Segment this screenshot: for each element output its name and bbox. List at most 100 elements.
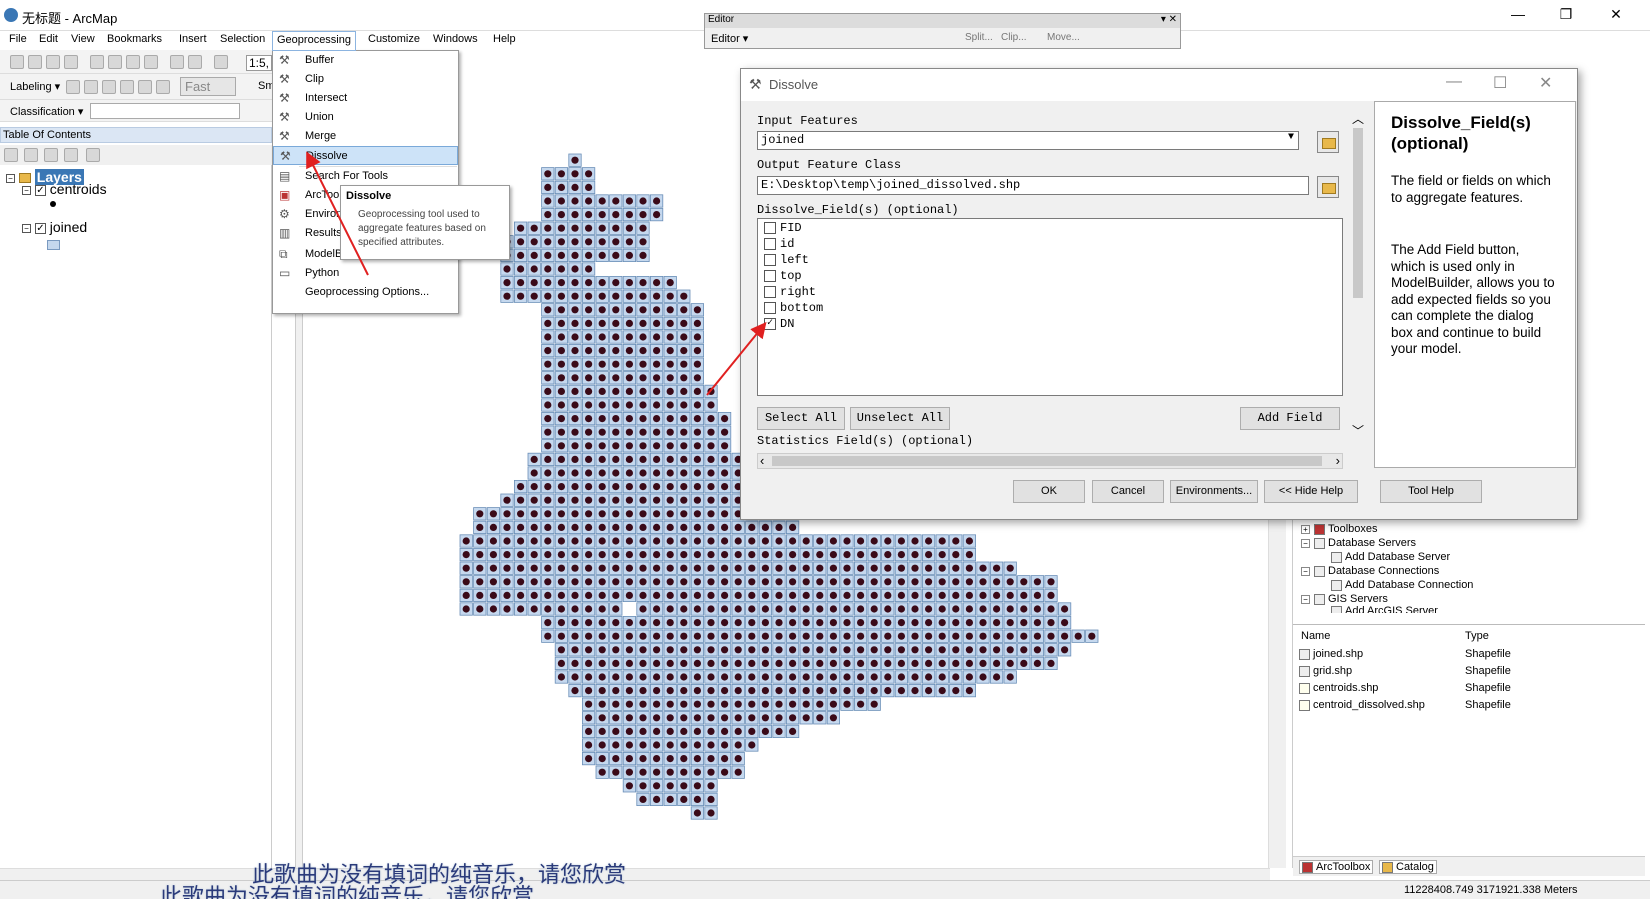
- view-unplaced-icon[interactable]: [156, 80, 170, 94]
- paste-icon[interactable]: [126, 55, 140, 69]
- bottom-checkbox[interactable]: [764, 301, 776, 314]
- menu-file[interactable]: File: [6, 33, 30, 45]
- list-by-visibility-icon[interactable]: [44, 148, 58, 162]
- environments-button[interactable]: Environments...: [1170, 480, 1258, 503]
- vscroll-thumb[interactable]: [1353, 128, 1363, 298]
- cut-icon[interactable]: [90, 55, 104, 69]
- print-icon[interactable]: [64, 55, 78, 69]
- file-row[interactable]: centroids.shp: [1299, 682, 1378, 694]
- field-id[interactable]: id: [764, 237, 794, 251]
- classification-select[interactable]: [90, 103, 240, 119]
- list-by-source-icon[interactable]: [24, 148, 38, 162]
- save-icon[interactable]: [46, 55, 60, 69]
- list-by-selection-icon[interactable]: [64, 148, 78, 162]
- tree-database-connections[interactable]: − Database Connections: [1301, 565, 1439, 577]
- editor-clip[interactable]: Clip...: [1001, 32, 1027, 43]
- delete-icon[interactable]: [144, 55, 158, 69]
- editor-split[interactable]: Split...: [965, 32, 993, 43]
- field-dn[interactable]: ✓ DN: [764, 317, 794, 331]
- undo-icon[interactable]: [170, 55, 184, 69]
- scroll-right-icon[interactable]: ›: [1336, 453, 1340, 468]
- dialog-minimize-icon[interactable]: —: [1446, 73, 1462, 91]
- file-row[interactable]: grid.shp: [1299, 665, 1352, 677]
- tab-arctoolbox[interactable]: ArcToolbox: [1299, 860, 1374, 874]
- scroll-down-icon[interactable]: ﹀: [1352, 422, 1364, 439]
- options-icon[interactable]: [86, 148, 100, 162]
- scroll-left-icon[interactable]: ‹: [760, 453, 764, 468]
- editor-move[interactable]: Move...: [1047, 32, 1080, 43]
- menu-customize[interactable]: Customize: [365, 33, 423, 45]
- field-bottom[interactable]: bottom: [764, 301, 823, 315]
- tree-database-servers[interactable]: − Database Servers: [1301, 537, 1416, 549]
- file-row[interactable]: centroid_dissolved.shp: [1299, 699, 1425, 711]
- add-data-icon[interactable]: [214, 55, 228, 69]
- minimize-icon[interactable]: —: [1508, 6, 1528, 22]
- dialog-hscroll[interactable]: ‹ ›: [757, 453, 1343, 469]
- dn-checkbox[interactable]: ✓: [764, 317, 776, 330]
- tree-add-database-connection[interactable]: Add Database Connection: [1331, 579, 1473, 591]
- menu-item-clip[interactable]: ⚒ Clip: [273, 70, 458, 89]
- lock-labels-icon[interactable]: [120, 80, 134, 94]
- catalog-splitter[interactable]: [1293, 624, 1645, 625]
- classification-dropdown[interactable]: Classification ▾: [10, 105, 83, 118]
- labeling-dropdown[interactable]: Labeling ▾: [10, 80, 60, 93]
- centroids-checkbox[interactable]: ✓: [34, 184, 46, 196]
- scroll-up-icon[interactable]: ︿: [1352, 110, 1364, 127]
- menu-item-merge[interactable]: ⚒ Merge: [273, 127, 458, 146]
- quality-select[interactable]: Fast: [180, 77, 236, 96]
- dialog-close-icon[interactable]: ✕: [1539, 73, 1552, 93]
- new-icon[interactable]: [10, 55, 24, 69]
- field-fid[interactable]: FID: [764, 221, 802, 235]
- dialog-vscroll[interactable]: ︿ ﹀: [1350, 110, 1366, 440]
- scroll-thumb[interactable]: [772, 456, 1322, 466]
- menu-item-python[interactable]: ▭ Python: [273, 264, 458, 283]
- top-checkbox[interactable]: [764, 269, 776, 282]
- field-left[interactable]: left: [764, 253, 809, 267]
- editor-close-icon[interactable]: ▾ ✕: [1161, 14, 1177, 25]
- label-manager-icon[interactable]: [66, 80, 80, 94]
- dialog-maximize-icon[interactable]: ☐: [1493, 73, 1507, 93]
- menu-windows[interactable]: Windows: [430, 33, 481, 45]
- menu-item-dissolve[interactable]: ⚒ Dissolve: [273, 146, 458, 165]
- copy-icon[interactable]: [108, 55, 122, 69]
- select-all-button[interactable]: Select All: [757, 407, 845, 430]
- tree-gis-servers[interactable]: − GIS Servers: [1301, 593, 1388, 605]
- tree-toolboxes[interactable]: + Toolboxes: [1301, 523, 1378, 535]
- label-weight-icon[interactable]: [102, 80, 116, 94]
- left-checkbox[interactable]: [764, 253, 776, 266]
- tool-help-button[interactable]: Tool Help: [1380, 480, 1482, 503]
- maximize-icon[interactable]: ❐: [1556, 6, 1576, 23]
- menu-bookmarks[interactable]: Bookmarks: [104, 33, 165, 45]
- menu-item-search-tools[interactable]: ▤ Search For Tools: [273, 167, 458, 186]
- field-top[interactable]: top: [764, 269, 802, 283]
- ok-button[interactable]: OK: [1013, 480, 1085, 503]
- menu-edit[interactable]: Edit: [36, 33, 61, 45]
- layer-centroids[interactable]: − ✓ centroids: [22, 181, 107, 197]
- menu-insert[interactable]: Insert: [176, 33, 210, 45]
- input-features-select[interactable]: joined ▼: [757, 131, 1299, 150]
- menu-item-union[interactable]: ⚒ Union: [273, 108, 458, 127]
- browse-input-button[interactable]: [1317, 131, 1339, 153]
- menu-geoprocessing[interactable]: Geoprocessing: [272, 31, 356, 51]
- menu-item-buffer[interactable]: ⚒ Buffer: [273, 51, 458, 70]
- name-column-header[interactable]: Name: [1301, 630, 1330, 642]
- type-column-header[interactable]: Type: [1465, 630, 1489, 642]
- tab-catalog[interactable]: Catalog: [1379, 860, 1437, 874]
- scale-input[interactable]: 1:5,: [246, 55, 273, 71]
- fid-checkbox[interactable]: [764, 221, 776, 234]
- joined-checkbox[interactable]: ✓: [34, 222, 46, 234]
- pause-labeling-icon[interactable]: [138, 80, 152, 94]
- menu-help[interactable]: Help: [490, 33, 519, 45]
- id-checkbox[interactable]: [764, 237, 776, 250]
- close-icon[interactable]: ✕: [1606, 6, 1626, 23]
- menu-selection[interactable]: Selection: [217, 33, 268, 45]
- browse-output-button[interactable]: [1317, 176, 1339, 198]
- layer-joined[interactable]: − ✓ joined: [22, 219, 87, 235]
- tree-add-arcgis-server[interactable]: Add ArcGIS Server: [1331, 605, 1438, 613]
- file-row[interactable]: joined.shp: [1299, 648, 1363, 660]
- tree-add-database-server[interactable]: Add Database Server: [1331, 551, 1450, 563]
- redo-icon[interactable]: [188, 55, 202, 69]
- open-icon[interactable]: [28, 55, 42, 69]
- add-field-button[interactable]: Add Field: [1240, 407, 1340, 430]
- menu-item-intersect[interactable]: ⚒ Intersect: [273, 89, 458, 108]
